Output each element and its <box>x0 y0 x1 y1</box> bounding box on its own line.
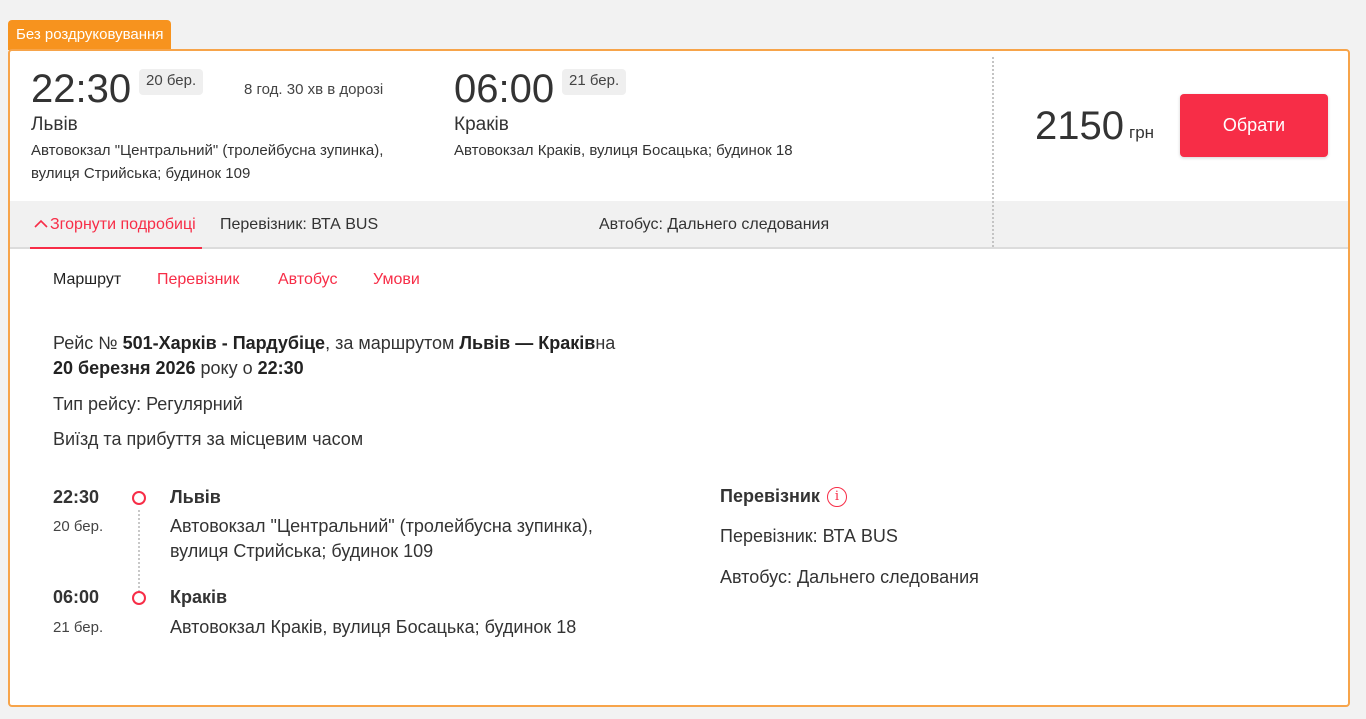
arrival-address: Автовокзал Краків, вулиця Босацька; буди… <box>454 142 793 159</box>
divider <box>992 57 994 247</box>
stop-date-1: 20 бер. <box>53 518 104 535</box>
tab-conditions[interactable]: Умови <box>373 271 420 289</box>
stop-address-1-line1: Автовокзал "Центральний" (тролейбусна зу… <box>170 516 593 536</box>
chevron-up-icon <box>34 201 48 249</box>
carrier-bus-type: Автобус: Дальнего следования <box>720 567 979 587</box>
arrival-time: 06:00 <box>454 67 555 111</box>
departure-city: Львів <box>31 114 78 135</box>
trip-prefix: Рейс № <box>53 333 123 353</box>
details-carrier: Перевізник: ВТА BUS <box>220 216 379 233</box>
choose-button[interactable]: Обрати <box>1180 94 1328 157</box>
stop-city-1: Львів <box>170 487 221 507</box>
details-bar: Згорнути подробиці Перевізник: ВТА BUS А… <box>10 201 1348 249</box>
departure-date: 20 бер. <box>139 69 204 95</box>
year-suffix: року о <box>195 358 258 378</box>
trip-card: 22:30 20 бер. 8 год. 30 хв в дорозі Льві… <box>8 49 1350 707</box>
route-name: Львів — Краків <box>459 333 596 353</box>
departure-time: 22:30 <box>31 67 132 111</box>
circle-stop-icon <box>132 591 146 605</box>
route-prefix: , за маршрутом <box>325 333 460 353</box>
carrier-name: Перевізник: ВТА BUS <box>720 526 898 546</box>
trip-description: Рейс № 501-Харків - Пардубіце, за маршру… <box>53 331 615 381</box>
trip-type: Тип рейсу: Регулярний <box>53 394 243 414</box>
details-bus: Автобус: Дальнего следования <box>599 216 830 233</box>
collapse-details-label: Згорнути подробиці <box>50 216 196 233</box>
departure-address-line2: вулиця Стрийська; будинок 109 <box>31 165 251 182</box>
carrier-heading: Перевізник <box>720 486 820 506</box>
stop-time-1: 22:30 <box>53 487 100 507</box>
route-line <box>138 510 140 596</box>
trip-number: 501-Харків - Пардубіце <box>122 333 326 353</box>
trip-summary: 22:30 20 бер. 8 год. 30 хв в дорозі Льві… <box>10 51 1348 201</box>
tab-bus[interactable]: Автобус <box>278 271 338 289</box>
trip-date: 20 березня 2026 <box>53 358 196 378</box>
info-icon[interactable]: i <box>827 487 847 507</box>
price-amount: 2150 <box>1035 104 1124 148</box>
collapse-details-link[interactable]: Згорнути подробиці <box>30 201 202 249</box>
arrival-city: Краків <box>454 114 509 135</box>
local-time-note: Виїзд та прибуття за місцевим часом <box>53 429 364 449</box>
departure-address-line1: Автовокзал "Центральний" (тролейбусна зу… <box>31 142 384 159</box>
arrival-date: 21 бер. <box>562 69 627 95</box>
circle-stop-icon <box>132 491 146 505</box>
stop-time-2: 06:00 <box>53 587 100 607</box>
stop-date-2: 21 бер. <box>53 619 104 636</box>
route-on: на <box>595 333 616 353</box>
no-print-badge: Без роздруковування <box>8 20 172 50</box>
trip-time: 22:30 <box>257 358 304 378</box>
stop-city-2: Краків <box>170 587 228 607</box>
trip-duration: 8 год. 30 хв в дорозі <box>244 81 384 98</box>
tab-route[interactable]: Маршрут <box>53 271 121 289</box>
price-currency: грн <box>1129 123 1155 142</box>
stop-address-2: Автовокзал Краків, вулиця Босацька; буди… <box>170 617 577 637</box>
stop-address-1-line2: вулиця Стрийська; будинок 109 <box>170 541 434 561</box>
tab-carrier[interactable]: Перевізник <box>157 271 239 289</box>
